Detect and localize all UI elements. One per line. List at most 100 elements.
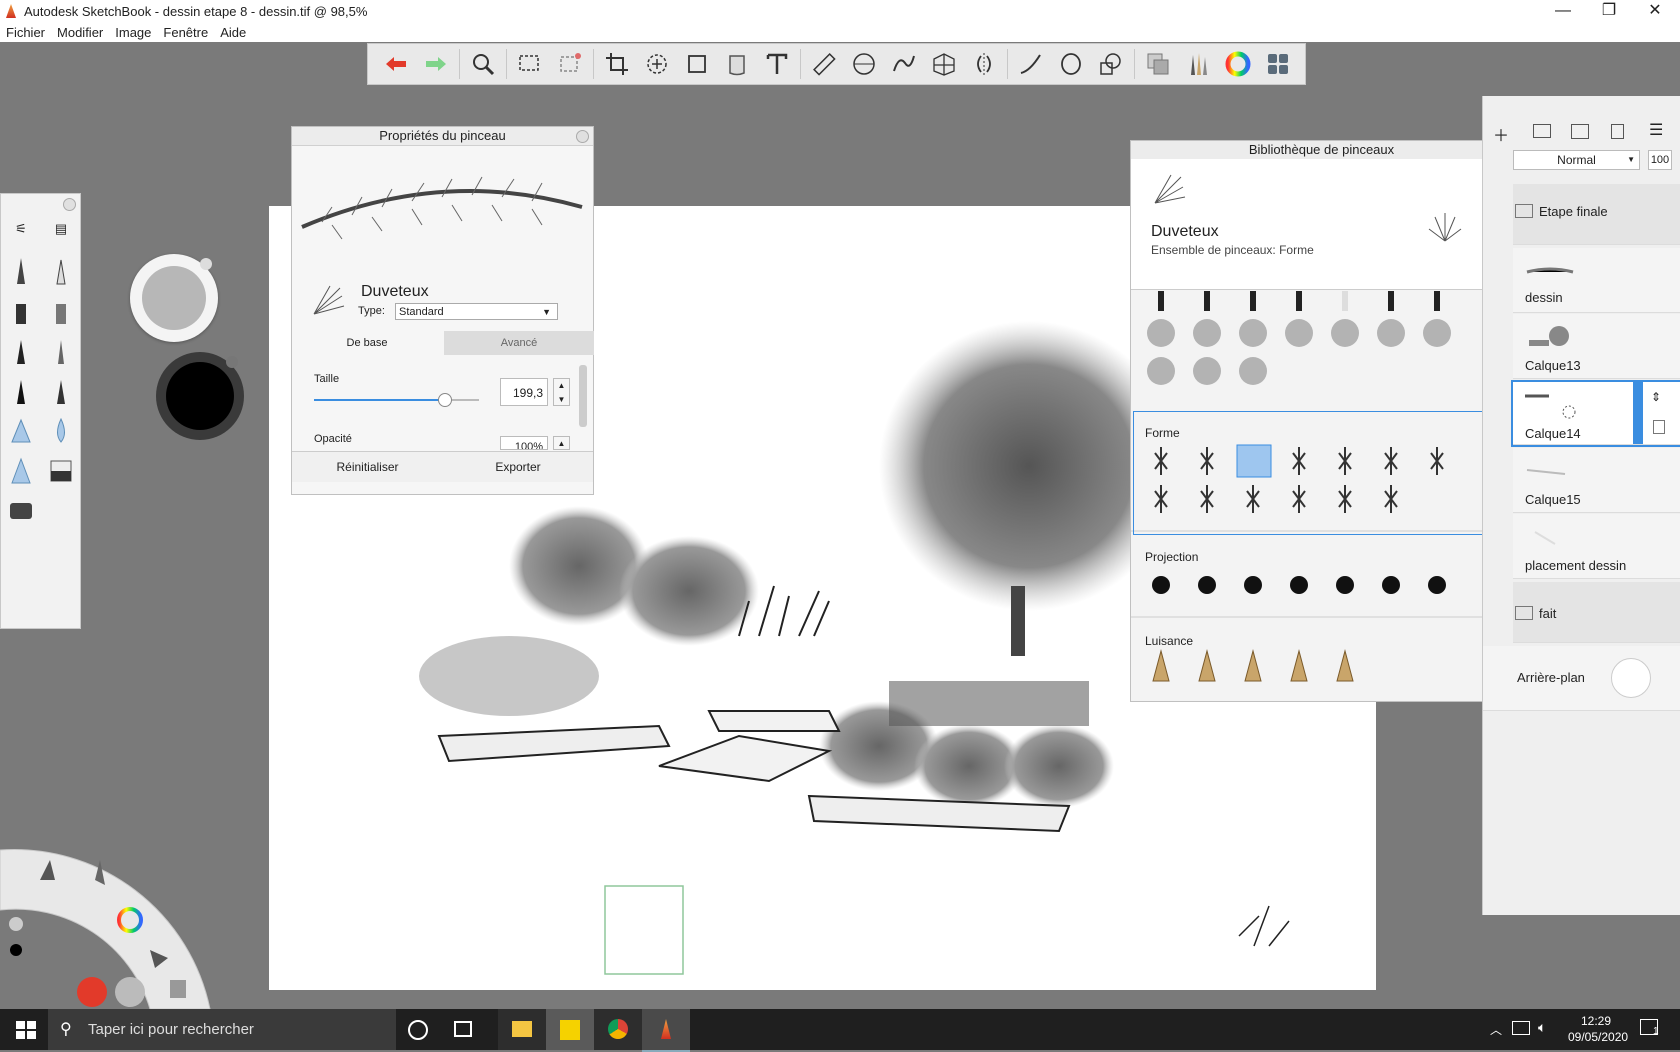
- lasso-select-icon[interactable]: [554, 48, 586, 80]
- eraser-icon[interactable]: [46, 454, 76, 488]
- redo-icon[interactable]: [420, 48, 452, 80]
- brush-texture-icon: [1193, 357, 1221, 385]
- layer-calque14-selected[interactable]: Calque14 ⇕: [1511, 380, 1680, 447]
- ruler-icon[interactable]: [808, 48, 840, 80]
- ballpoint-icon[interactable]: [46, 334, 76, 368]
- image-icon[interactable]: [1571, 124, 1589, 139]
- menu-fenetre[interactable]: Fenêtre: [157, 24, 214, 41]
- folder-icon: [1515, 204, 1533, 218]
- opacity-stepper[interactable]: ▲: [553, 436, 570, 450]
- cortana-icon[interactable]: [408, 1020, 428, 1040]
- layer-group-fait[interactable]: fait: [1513, 582, 1680, 643]
- layer-placement-dessin[interactable]: placement dessin: [1513, 514, 1680, 579]
- brush-library-panel: Bibliothèque de pinceaux Duveteux Ensemb…: [1130, 140, 1513, 702]
- restore-button[interactable]: ❐: [1586, 0, 1632, 24]
- menu-fichier[interactable]: Fichier: [0, 24, 51, 41]
- size-stepper[interactable]: ▲ ▼: [553, 378, 570, 406]
- tab-advanced[interactable]: Avancé: [444, 331, 594, 355]
- tab-basic[interactable]: De base: [292, 331, 442, 356]
- menu-modifier[interactable]: Modifier: [51, 24, 109, 41]
- ellipse-guide-icon[interactable]: [848, 48, 880, 80]
- undo-icon[interactable]: [380, 48, 412, 80]
- size-slider[interactable]: [314, 393, 479, 407]
- type-select[interactable]: Standard ▼: [395, 303, 558, 320]
- fill-icon[interactable]: [721, 48, 753, 80]
- fountain-pen-icon[interactable]: [6, 374, 36, 408]
- text-icon[interactable]: [761, 48, 793, 80]
- technical-pen-icon[interactable]: [46, 254, 76, 288]
- brush-tip-icon: [1388, 291, 1394, 311]
- file-explorer-icon[interactable]: [498, 1009, 546, 1050]
- lock-icon[interactable]: [1653, 420, 1665, 434]
- layer-calque15[interactable]: Calque15: [1513, 448, 1680, 513]
- move-layer-icon[interactable]: ⇕: [1651, 390, 1661, 404]
- color-wheel-icon[interactable]: [1222, 48, 1254, 80]
- layer-icon[interactable]: [1142, 48, 1174, 80]
- chevron-up-icon[interactable]: ︿: [1490, 1021, 1502, 1038]
- layer-background[interactable]: Arrière-plan: [1483, 646, 1680, 711]
- props-scrollbar[interactable]: [579, 365, 587, 427]
- merge-icon[interactable]: [1611, 124, 1624, 139]
- layer-calque13[interactable]: Calque13: [1513, 314, 1680, 379]
- network-icon[interactable]: [1512, 1021, 1530, 1035]
- symmetry-icon[interactable]: [968, 48, 1000, 80]
- nib-pen-icon[interactable]: [46, 374, 76, 408]
- brush-grid-icon[interactable]: ▤: [46, 212, 76, 246]
- brush-lib-icon[interactable]: [1182, 48, 1214, 80]
- sketchbook-taskbar-icon[interactable]: [642, 1009, 690, 1052]
- menu-aide[interactable]: Aide: [214, 24, 252, 41]
- windows-start-icon[interactable]: [16, 1021, 36, 1039]
- background-color-swatch[interactable]: [1611, 658, 1651, 698]
- layer-menu-icon[interactable]: ☰: [1649, 120, 1663, 140]
- volume-icon[interactable]: 🔈︎: [1538, 1019, 1546, 1036]
- chrome-icon[interactable]: [594, 1009, 642, 1050]
- pencil-brush-icon[interactable]: [6, 254, 36, 288]
- ink-pen-icon[interactable]: [6, 334, 36, 368]
- add-layer-icon[interactable]: ＋: [1493, 122, 1509, 146]
- layer-opacity-input[interactable]: 100: [1648, 150, 1672, 170]
- blend-mode-select[interactable]: Normal ▼: [1513, 150, 1640, 170]
- crop-icon[interactable]: [601, 48, 633, 80]
- folder-icon[interactable]: [1533, 124, 1551, 138]
- marker-icon[interactable]: [6, 294, 36, 328]
- splatter-brush-icon: [1428, 576, 1446, 594]
- chisel-marker-icon[interactable]: [46, 294, 76, 328]
- size-input[interactable]: 199,3: [500, 378, 548, 406]
- soft-eraser-icon[interactable]: [6, 494, 36, 528]
- french-curve-icon[interactable]: [888, 48, 920, 80]
- rect-select-icon[interactable]: [514, 48, 546, 80]
- splatter-brush-icon: [1198, 576, 1216, 594]
- settings-sliders-icon[interactable]: ⚟: [6, 212, 36, 246]
- triangle-brush-icon[interactable]: [6, 454, 36, 488]
- task-view-icon[interactable]: [454, 1021, 472, 1037]
- layer-dessin[interactable]: dessin: [1513, 248, 1680, 313]
- sticky-notes-icon[interactable]: [546, 1009, 594, 1050]
- notification-icon[interactable]: 1: [1640, 1019, 1659, 1037]
- opacity-label: Opacité: [314, 433, 352, 445]
- water-drop-icon[interactable]: [46, 414, 76, 448]
- transform-icon[interactable]: [641, 48, 673, 80]
- stroke-icon[interactable]: [1015, 48, 1047, 80]
- zoom-icon[interactable]: [467, 48, 499, 80]
- airbrush-icon[interactable]: [6, 414, 36, 448]
- minimize-button[interactable]: —: [1540, 0, 1586, 24]
- brush-size-puck[interactable]: [130, 254, 218, 342]
- perspective-icon[interactable]: [928, 48, 960, 80]
- opacity-input[interactable]: 100%: [500, 436, 548, 450]
- export-button[interactable]: Exporter: [443, 451, 593, 482]
- size-label: Taille: [314, 373, 340, 385]
- palette-icon[interactable]: [1262, 48, 1294, 80]
- layer-group-etape-finale[interactable]: Etape finale: [1513, 184, 1680, 245]
- shape-icon[interactable]: [1095, 48, 1127, 80]
- close-window-button[interactable]: ✕: [1632, 0, 1678, 24]
- menu-image[interactable]: Image: [109, 24, 157, 41]
- ellipse-icon[interactable]: [1055, 48, 1087, 80]
- taskbar-search[interactable]: ⚲ Taper ici pour rechercher: [48, 1009, 396, 1050]
- close-icon[interactable]: [576, 130, 589, 143]
- main-toolbar: [367, 43, 1306, 85]
- close-icon[interactable]: [63, 198, 76, 211]
- reset-button[interactable]: Réinitialiser: [292, 451, 444, 482]
- distort-icon[interactable]: [681, 48, 713, 80]
- color-puck[interactable]: [156, 352, 244, 440]
- clock[interactable]: 12:29 09/05/2020: [1568, 1013, 1628, 1045]
